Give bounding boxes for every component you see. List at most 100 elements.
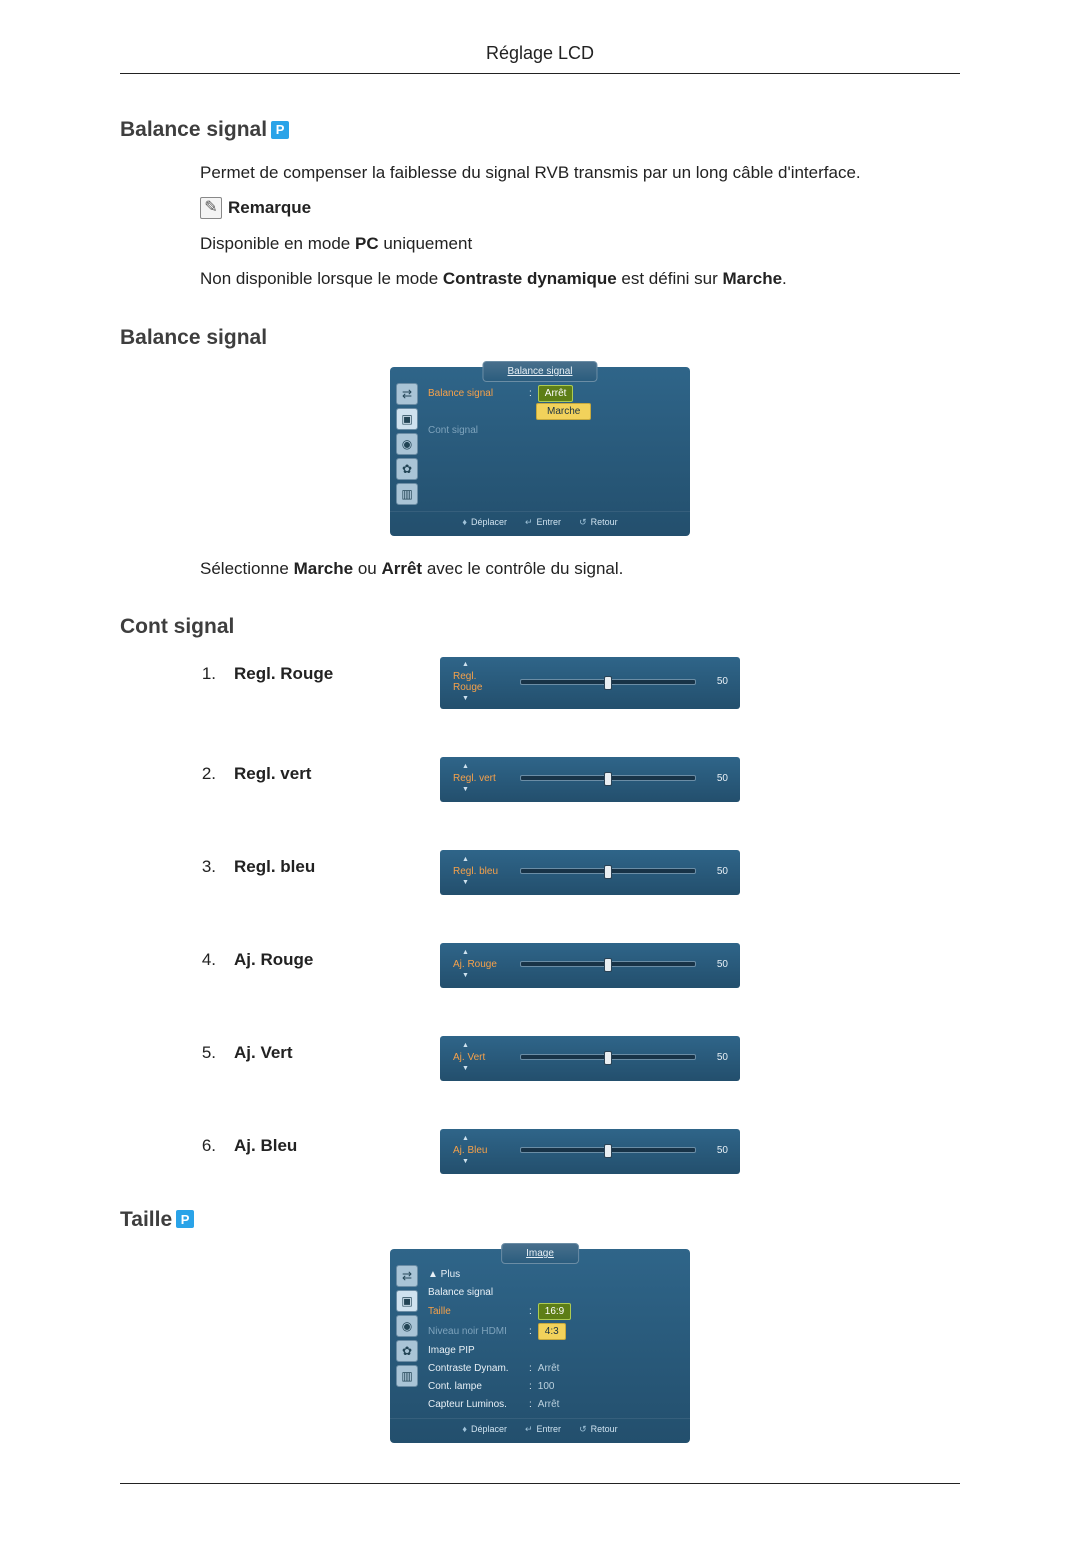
list-number: 6. (200, 1133, 216, 1159)
osd-row-value: Arrêt (538, 385, 574, 402)
osd-row[interactable]: Capteur Luminos.:Arrêt (428, 1397, 682, 1412)
slider-panel-wrapper: Aj. Vert 50 (440, 1036, 740, 1081)
osd-icon-multi[interactable]: ▥ (396, 483, 418, 505)
osd-taille: Image ⇄ ▣ ◉ ✿ ▥ ▲ Plus Balance signalTai… (390, 1249, 690, 1443)
list-label: Aj. Vert (234, 1040, 293, 1066)
list-number: 4. (200, 947, 216, 973)
slider-track[interactable] (520, 1147, 696, 1153)
osd-menu: Balance signal : Arrêt Marche Cont signa… (428, 383, 682, 505)
slider-label: Regl. bleu (450, 866, 508, 877)
cont-signal-text: 2.Regl. vert (200, 757, 400, 787)
cont-signal-text: 5. Aj. Vert (200, 1036, 400, 1066)
list-label: Aj. Rouge (234, 947, 313, 973)
note1-text: Disponible en mode PC uniquement (200, 231, 960, 257)
osd-row[interactable]: Niveau noir HDMI:4:3 (428, 1323, 682, 1340)
balance-caption: Sélectionne Marche ou Arrêt avec le cont… (200, 556, 960, 582)
osd-row[interactable]: Taille:16:9 (428, 1303, 682, 1320)
slider-track[interactable] (520, 961, 696, 967)
osd-dropdown-option[interactable]: Marche (536, 403, 682, 420)
osd-row-label: Balance signal (428, 386, 523, 401)
slider-thumb[interactable] (604, 958, 612, 972)
osd-icon-picture[interactable]: ▣ (396, 1290, 418, 1312)
slider-value: 50 (708, 957, 728, 972)
slider-thumb[interactable] (604, 1144, 612, 1158)
osd-row[interactable]: Contraste Dynam.:Arrêt (428, 1361, 682, 1376)
section-title: Balance signal (120, 322, 267, 354)
section-title: Taille (120, 1204, 172, 1236)
slider-label: Aj. Vert (450, 1052, 508, 1063)
list-label: Aj. Bleu (234, 1133, 297, 1159)
slider-value: 50 (708, 1050, 728, 1065)
page-header-title: Réglage LCD (0, 40, 1080, 67)
slider-thumb[interactable] (604, 865, 612, 879)
osd-icon-column: ⇄ ▣ ◉ ✿ ▥ (396, 1265, 418, 1412)
list-number: 5. (200, 1040, 216, 1066)
osd-row-label: Cont signal (428, 423, 523, 438)
intro-text: Permet de compenser la faiblesse du sign… (200, 160, 960, 186)
osd-icon-picture[interactable]: ▣ (396, 408, 418, 430)
osd-row-cont-signal[interactable]: Cont signal (428, 423, 682, 438)
slider-label: Aj. Rouge (450, 959, 508, 970)
cont-signal-row: 1.Regl. RougeRegl. Rouge50 (200, 657, 960, 709)
cont-signal-row: 4. Aj. Rouge Aj. Rouge 50 (200, 943, 960, 988)
slider-panel: Aj. Vert 50 (440, 1036, 740, 1081)
slider-thumb[interactable] (604, 1051, 612, 1065)
osd-row[interactable]: Balance signal (428, 1285, 682, 1300)
cont-signal-row: 2.Regl. vert Regl. vert50 (200, 757, 960, 802)
osd-icon-sound[interactable]: ◉ (396, 1315, 418, 1337)
return-icon: ↺ (579, 516, 587, 530)
slider-panel-wrapper: Regl. Rouge 50 (440, 657, 740, 709)
slider-panel: Regl. Rouge 50 (440, 657, 740, 709)
slider-panel-wrapper: Aj. Bleu 50 (440, 1129, 740, 1174)
cont-signal-row: 6. Aj. Bleu Aj. Bleu 50 (200, 1129, 960, 1174)
section-balance-signal-1: Balance signal P (120, 114, 960, 146)
header-rule (120, 73, 960, 74)
slider-label: Regl. Rouge (450, 671, 508, 693)
enter-icon: ↵ (525, 516, 533, 530)
slider-panel: Regl. vert50 (440, 757, 740, 802)
osd-row-value: 16:9 (538, 1303, 571, 1320)
osd-icon-multi[interactable]: ▥ (396, 1365, 418, 1387)
slider-label: Aj. Bleu (450, 1145, 508, 1156)
slider-panel-wrapper: Regl. vert50 (440, 757, 740, 802)
cont-signal-row: 3.Regl. bleuRegl. bleu50 (200, 850, 960, 895)
slider-track[interactable] (520, 868, 696, 874)
slider-track[interactable] (520, 679, 696, 685)
slider-label: Regl. vert (450, 773, 508, 784)
osd-row-label: Balance signal (428, 1285, 523, 1300)
cont-signal-text: 6. Aj. Bleu (200, 1129, 400, 1159)
list-number: 3. (200, 854, 216, 880)
slider-panel-wrapper: Regl. bleu50 (440, 850, 740, 895)
osd-row-value: Arrêt (538, 1361, 560, 1376)
osd-icon-sound[interactable]: ◉ (396, 433, 418, 455)
osd-row-label: Capteur Luminos. (428, 1397, 523, 1412)
osd-row-label: Contraste Dynam. (428, 1361, 523, 1376)
move-icon: ♦ (462, 1423, 467, 1437)
osd-icon-setup[interactable]: ✿ (396, 458, 418, 480)
osd-row-value: 100 (538, 1379, 555, 1394)
osd-footer: ♦Déplacer ↵Entrer ↺Retour (390, 1418, 690, 1439)
osd-footer: ♦Déplacer ↵Entrer ↺Retour (390, 511, 690, 532)
section-balance-signal-2: Balance signal (120, 322, 960, 354)
note-icon: ✎ (200, 197, 222, 219)
osd-tab-title: Balance signal (482, 361, 597, 382)
slider-track[interactable] (520, 775, 696, 781)
slider-value: 50 (708, 1143, 728, 1158)
osd-row[interactable]: Cont. lampe:100 (428, 1379, 682, 1394)
osd-row[interactable]: Image PIP (428, 1343, 682, 1358)
osd-row-label: Image PIP (428, 1343, 523, 1358)
slider-value: 50 (708, 674, 728, 689)
note-label: Remarque (228, 195, 311, 221)
slider-track[interactable] (520, 1054, 696, 1060)
slider-thumb[interactable] (604, 772, 612, 786)
list-label: Regl. bleu (234, 854, 315, 880)
section-taille: Taille P (120, 1204, 960, 1236)
osd-icon-input[interactable]: ⇄ (396, 383, 418, 405)
slider-thumb[interactable] (604, 676, 612, 690)
osd-icon-setup[interactable]: ✿ (396, 1340, 418, 1362)
list-label: Regl. Rouge (234, 661, 333, 687)
osd-row-balance-signal[interactable]: Balance signal : Arrêt (428, 385, 682, 402)
cont-signal-text: 4. Aj. Rouge (200, 943, 400, 973)
osd-icon-input[interactable]: ⇄ (396, 1265, 418, 1287)
osd-top-marker: ▲ Plus (428, 1267, 682, 1282)
